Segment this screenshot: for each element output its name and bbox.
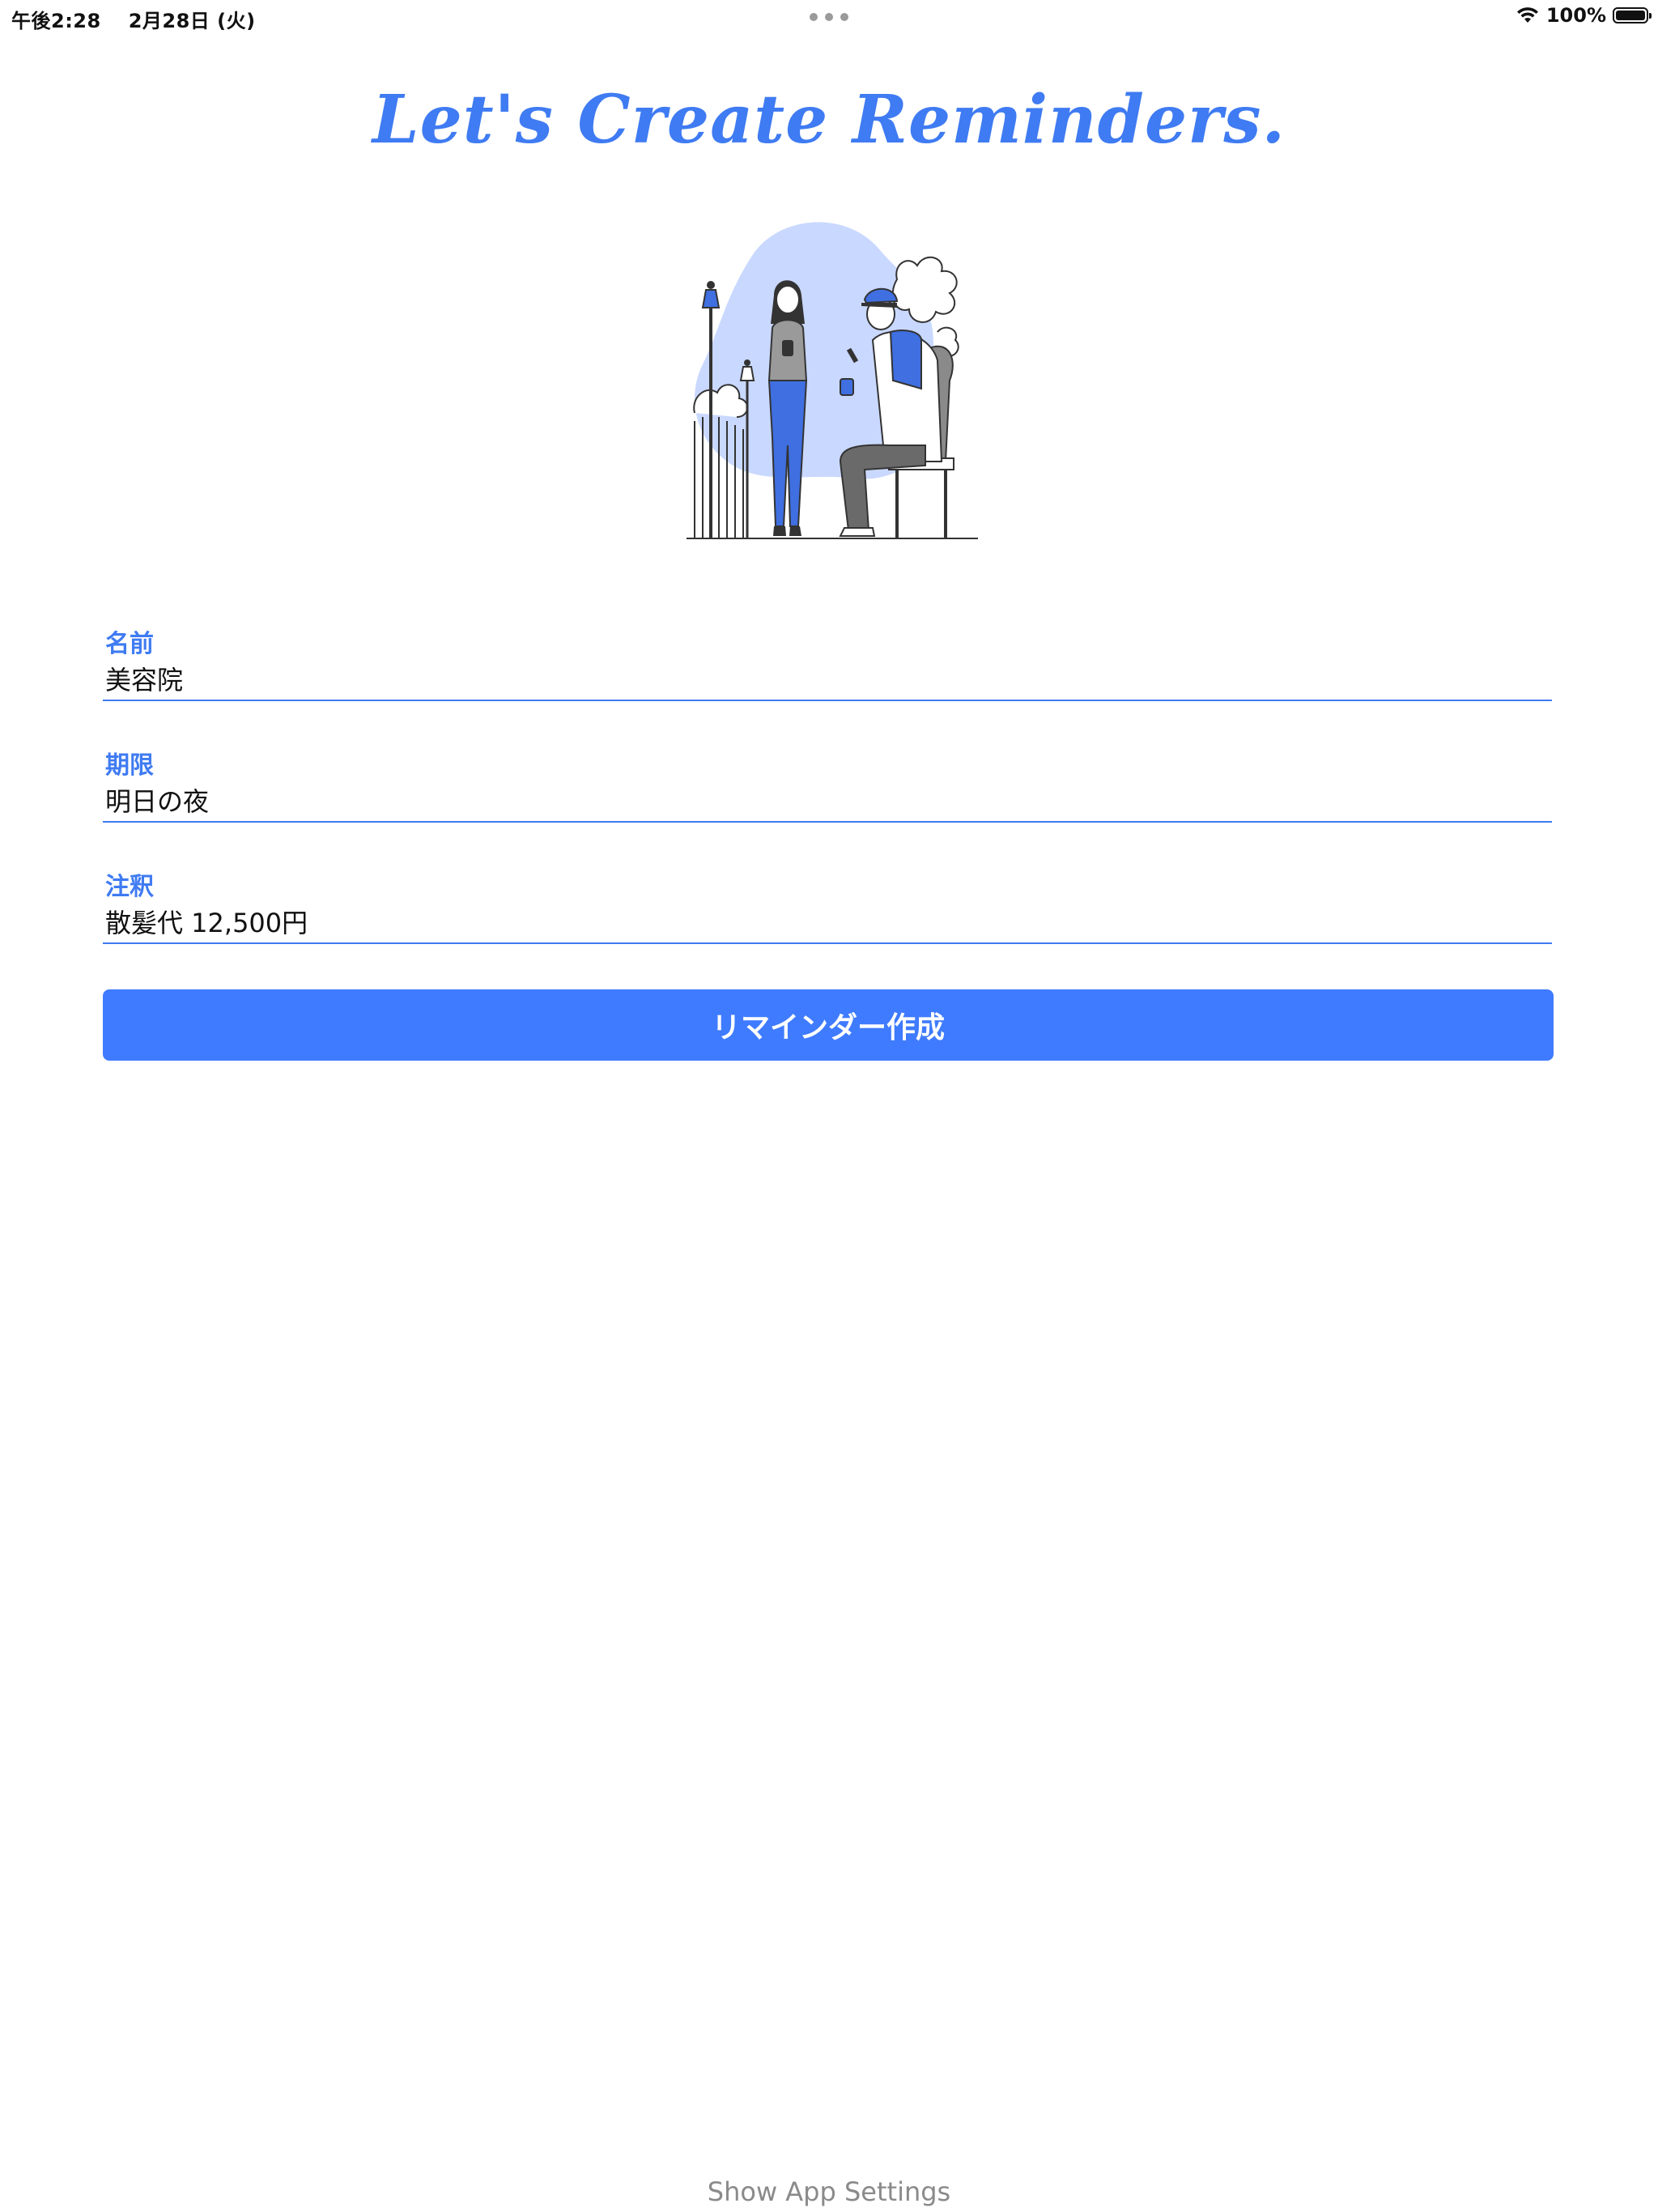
page-title: Let's Create Reminders. bbox=[372, 81, 1286, 159]
status-time: 午後2:28 bbox=[11, 10, 101, 32]
name-field-underline bbox=[103, 700, 1552, 701]
status-date: 2月28日 (火) bbox=[128, 10, 256, 32]
status-indicators: 100% bbox=[1516, 4, 1652, 27]
due-date-field-label: 期限 bbox=[105, 751, 154, 780]
name-field[interactable]: 名前 美容院 bbox=[103, 615, 1552, 737]
name-field-label: 名前 bbox=[105, 630, 154, 658]
note-field-underline bbox=[103, 942, 1552, 944]
show-app-settings-link[interactable]: Show App Settings bbox=[0, 2176, 1658, 2207]
reminder-form: 名前 美容院 期限 明日の夜 注釈 散髪代 12,500円 bbox=[103, 615, 1552, 980]
note-field-value[interactable]: 散髪代 12,500円 bbox=[105, 903, 308, 940]
status-time-date: 午後2:28 2月28日 (火) bbox=[11, 5, 283, 33]
app-screen: 午後2:28 2月28日 (火) 100% Let's Create Remind… bbox=[0, 0, 1658, 2212]
due-date-field-value[interactable]: 明日の夜 bbox=[105, 781, 209, 819]
multitasking-dots-icon[interactable] bbox=[810, 13, 848, 21]
create-reminder-button[interactable]: リマインダー作成 bbox=[103, 989, 1554, 1061]
battery-percentage: 100% bbox=[1545, 4, 1606, 27]
battery-icon bbox=[1613, 7, 1652, 23]
note-field[interactable]: 注釈 散髪代 12,500円 bbox=[103, 858, 1552, 980]
name-field-value[interactable]: 美容院 bbox=[105, 660, 183, 697]
people-with-phones-illustration bbox=[687, 222, 978, 539]
wifi-icon bbox=[1516, 7, 1538, 23]
due-date-field[interactable]: 期限 明日の夜 bbox=[103, 737, 1552, 858]
status-bar: 午後2:28 2月28日 (火) 100% bbox=[0, 0, 1658, 34]
due-date-field-underline bbox=[103, 821, 1552, 823]
note-field-label: 注釈 bbox=[105, 873, 154, 901]
